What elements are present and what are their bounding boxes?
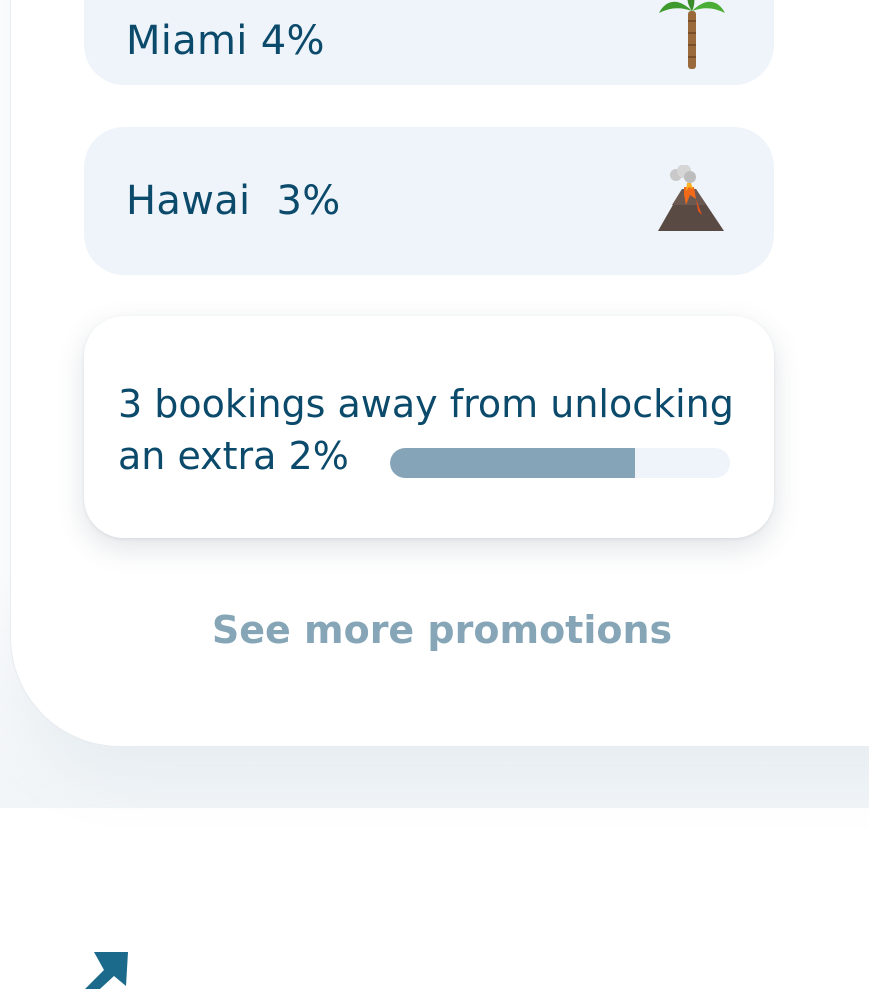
volcano-icon xyxy=(652,161,732,241)
promo-card-miami[interactable]: Miami 4% xyxy=(84,0,774,85)
arrow-up-right-icon xyxy=(70,950,134,989)
progress-bar xyxy=(390,448,730,478)
booking-progress-card: 3 bookings away from unlocking an extra … xyxy=(84,316,774,538)
promo-label: Hawai 3% xyxy=(126,178,341,224)
promotions-screen: Miami 4% Hawai 3% 3 bookings away from u… xyxy=(0,0,869,989)
progress-bar-fill xyxy=(390,448,635,478)
see-more-promotions-link[interactable]: See more promotions xyxy=(10,608,869,652)
palm-tree-icon xyxy=(652,0,732,71)
promo-card-hawai[interactable]: Hawai 3% xyxy=(84,127,774,275)
promo-label: Miami 4% xyxy=(126,18,325,64)
